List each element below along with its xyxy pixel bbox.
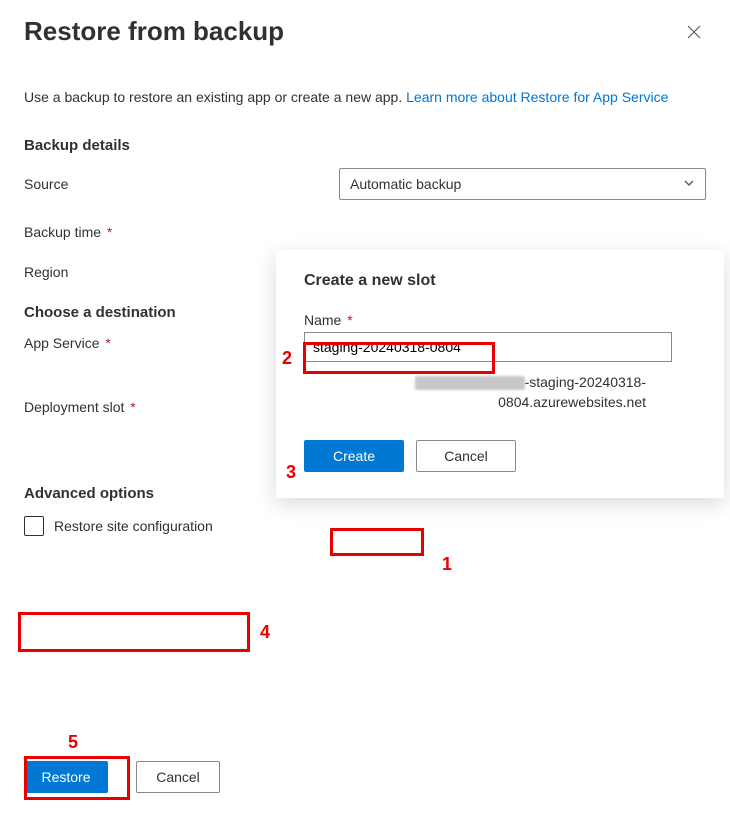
backup-time-label: Backup time * xyxy=(24,224,339,240)
required-asterisk: * xyxy=(343,312,352,328)
required-asterisk: * xyxy=(126,399,135,415)
slot-name-label: Name * xyxy=(304,312,696,328)
callout-num-3: 3 xyxy=(286,462,296,483)
callout-num-1: 1 xyxy=(442,554,452,575)
row-source: Source Automatic backup xyxy=(24,168,706,200)
popup-title: Create a new slot xyxy=(304,272,696,290)
popup-create-button[interactable]: Create xyxy=(304,440,404,472)
restore-site-config-checkbox[interactable] xyxy=(24,516,44,536)
popup-actions: Create Cancel xyxy=(304,440,696,472)
source-select[interactable]: Automatic backup xyxy=(339,168,706,200)
restore-site-config-label: Restore site configuration xyxy=(54,518,213,534)
callout-num-2: 2 xyxy=(282,348,292,369)
app-service-label-text: App Service xyxy=(24,335,99,351)
row-restore-site-config: Restore site configuration xyxy=(24,516,706,536)
slot-name-label-text: Name xyxy=(304,312,341,328)
restore-button[interactable]: Restore xyxy=(24,761,108,793)
chevron-down-icon xyxy=(683,176,695,192)
intro-text: Use a backup to restore an existing app … xyxy=(24,87,706,107)
backup-time-label-text: Backup time xyxy=(24,224,101,240)
callout-box-4 xyxy=(18,612,250,652)
callout-num-4: 4 xyxy=(260,622,270,643)
cancel-button[interactable]: Cancel xyxy=(136,761,220,793)
section-backup-details: Backup details xyxy=(24,137,706,154)
intro-leading: Use a backup to restore an existing app … xyxy=(24,89,406,105)
footer-actions: Restore Cancel xyxy=(24,761,220,793)
page-title: Restore from backup xyxy=(24,16,706,47)
popup-cancel-button[interactable]: Cancel xyxy=(416,440,516,472)
learn-more-link[interactable]: Learn more about Restore for App Service xyxy=(406,89,668,105)
required-asterisk: * xyxy=(101,335,110,351)
redacted-hostname xyxy=(415,376,525,390)
required-asterisk: * xyxy=(103,224,112,240)
create-slot-popup: Create a new slot Name * -staging-202403… xyxy=(276,250,724,498)
source-label: Source xyxy=(24,176,339,192)
row-backup-time: Backup time * xyxy=(24,224,706,240)
source-select-value: Automatic backup xyxy=(350,176,461,192)
callout-num-5: 5 xyxy=(68,732,78,753)
slot-url-preview: -staging-20240318-0804.azurewebsites.net xyxy=(304,372,696,412)
slot-name-input[interactable] xyxy=(304,332,672,362)
deployment-slot-label-text: Deployment slot xyxy=(24,399,124,415)
close-icon[interactable] xyxy=(686,24,702,43)
